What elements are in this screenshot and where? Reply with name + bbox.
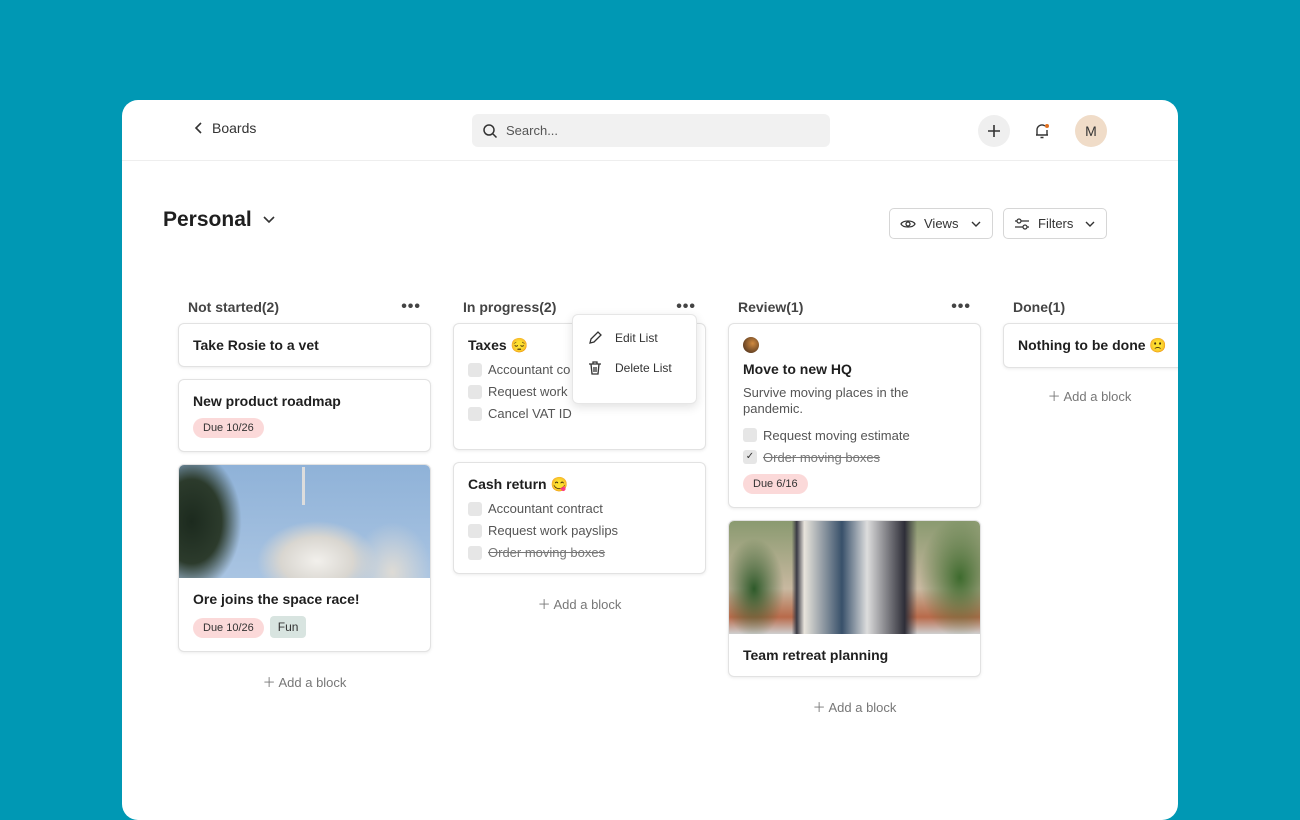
checkbox[interactable]: [468, 406, 482, 421]
add-block-button[interactable]: ＋ Add a block: [1003, 386, 1176, 405]
card-title: Team retreat planning: [743, 646, 889, 663]
column-review: Review(1) ••• Move to new HQ Survive movi…: [728, 290, 981, 716]
card-title: Ore joins the space race!: [193, 591, 360, 607]
checklist-item[interactable]: Order moving boxes: [468, 545, 691, 560]
card-title: New product roadmap: [193, 393, 341, 409]
checklist-item[interactable]: ✓ Order moving boxes: [743, 450, 966, 465]
checklist-text: Order moving boxes: [488, 545, 606, 560]
search-icon: [483, 123, 498, 138]
column-title: Review(1): [738, 298, 804, 315]
checkbox[interactable]: [468, 523, 482, 538]
chevron-down-icon: [1085, 221, 1095, 227]
menu-item-label: Edit List: [615, 331, 658, 345]
checklist-text: Request work: [488, 384, 568, 399]
card-title: Take Rosie to a vet: [193, 337, 319, 353]
add-block-button[interactable]: ＋ Add a block: [453, 594, 706, 613]
eye-icon: [900, 219, 916, 228]
plus-icon: ＋: [262, 675, 279, 690]
avatar-initial: M: [1085, 123, 1097, 139]
checklist-text: Request moving estimate: [763, 427, 910, 443]
team-jumping-image: [729, 520, 980, 634]
checklist-text: Accountant contract: [488, 501, 603, 516]
pencil-icon: [589, 331, 602, 344]
board-title-text: Personal: [163, 208, 252, 231]
back-label: Boards: [212, 120, 257, 136]
checkbox-checked[interactable]: ✓: [743, 450, 757, 464]
filters-button[interactable]: Filters: [1003, 208, 1107, 239]
card[interactable]: New product roadmap Due 10/26: [178, 379, 431, 452]
views-label: Views: [924, 216, 959, 231]
checklist-item[interactable]: Request moving estimate: [743, 428, 966, 443]
filters-label: Filters: [1038, 216, 1074, 231]
more-icon[interactable]: •••: [951, 298, 971, 316]
menu-item-label: Delete List: [615, 361, 672, 375]
menu-item-delete-list[interactable]: Delete List: [573, 353, 696, 383]
add-button[interactable]: [978, 115, 1010, 147]
column-title: In progress(2): [463, 298, 557, 315]
column-title: Not started(2): [188, 298, 280, 315]
views-button[interactable]: Views: [889, 208, 993, 239]
checkbox[interactable]: [743, 428, 757, 442]
plus-icon: ＋: [1047, 389, 1064, 404]
chevron-down-icon: [263, 216, 275, 224]
checkbox[interactable]: [468, 501, 482, 516]
more-icon[interactable]: •••: [676, 298, 696, 316]
checkbox[interactable]: [468, 384, 482, 399]
checklist-text: Order moving boxes: [763, 449, 881, 465]
back-to-boards-link[interactable]: Boards: [194, 120, 256, 136]
card-title: Cash return 😋: [468, 476, 568, 492]
column-title: Done(1): [1013, 298, 1066, 315]
board-title[interactable]: Personal: [163, 208, 276, 232]
due-badge: Due 10/26: [193, 418, 264, 438]
checkbox[interactable]: [468, 362, 482, 377]
plus-icon: ＋: [537, 597, 554, 612]
add-block-label: Add a block: [828, 699, 897, 715]
label-badge: Fun: [269, 616, 307, 638]
add-block-button[interactable]: ＋ Add a block: [728, 697, 981, 716]
chevron-down-icon: [971, 221, 981, 227]
more-icon[interactable]: •••: [401, 298, 421, 316]
due-badge: Due 6/16: [743, 473, 808, 494]
card[interactable]: Ore joins the space race! Due 10/26 Fun: [178, 464, 431, 652]
avatar[interactable]: M: [1075, 115, 1107, 147]
card[interactable]: Cash return 😋 Accountant contract Reques…: [453, 462, 706, 574]
checklist-text: Request work payslips: [488, 523, 619, 538]
checklist-text: Accountant co: [488, 362, 571, 377]
list-context-menu: Edit List Delete List: [572, 314, 697, 404]
card-title: Move to new HQ: [743, 361, 852, 377]
board-window: Boards M Personal Views Filters Not star…: [122, 100, 1178, 820]
plus-icon: ＋: [812, 699, 829, 715]
search-input[interactable]: [506, 123, 806, 138]
add-block-label: Add a block: [278, 675, 347, 690]
card[interactable]: Team retreat planning: [728, 519, 981, 677]
plus-icon: [988, 125, 1000, 137]
chevron-left-icon: [194, 122, 202, 134]
menu-item-edit-list[interactable]: Edit List: [573, 323, 696, 353]
card-title: Nothing to be done 🙁: [1018, 337, 1167, 353]
checkbox[interactable]: [468, 545, 482, 560]
search-bar[interactable]: [472, 114, 830, 147]
card[interactable]: Take Rosie to a vet: [178, 323, 431, 367]
bell-icon: [1036, 124, 1049, 139]
top-bar: Boards M: [122, 100, 1178, 161]
card-description: Survive moving places in the pandemic.: [743, 385, 909, 417]
notifications-button[interactable]: [1026, 115, 1058, 147]
due-badge: Due 10/26: [193, 618, 264, 638]
add-block-button[interactable]: ＋ Add a block: [178, 672, 431, 691]
card[interactable]: Nothing to be done 🙁: [1003, 323, 1178, 368]
checklist-item[interactable]: Cancel VAT ID: [468, 406, 691, 421]
checklist-item[interactable]: Request work payslips: [468, 523, 691, 538]
card-icon: [743, 337, 759, 353]
add-block-label: Add a block: [553, 597, 622, 612]
column-done: Done(1) Nothing to be done 🙁 ＋ Add a blo…: [1003, 290, 1178, 405]
add-block-label: Add a block: [1063, 389, 1132, 404]
column-not-started: Not started(2) ••• Take Rosie to a vet Ne…: [178, 290, 431, 691]
sliders-icon: [1015, 217, 1029, 230]
checklist-text: Cancel VAT ID: [488, 406, 572, 421]
checklist-item[interactable]: Accountant contract: [468, 501, 691, 516]
trash-icon: [589, 361, 601, 375]
card[interactable]: Move to new HQ Survive moving places in …: [728, 323, 981, 508]
rocket-launch-image: [179, 465, 430, 578]
